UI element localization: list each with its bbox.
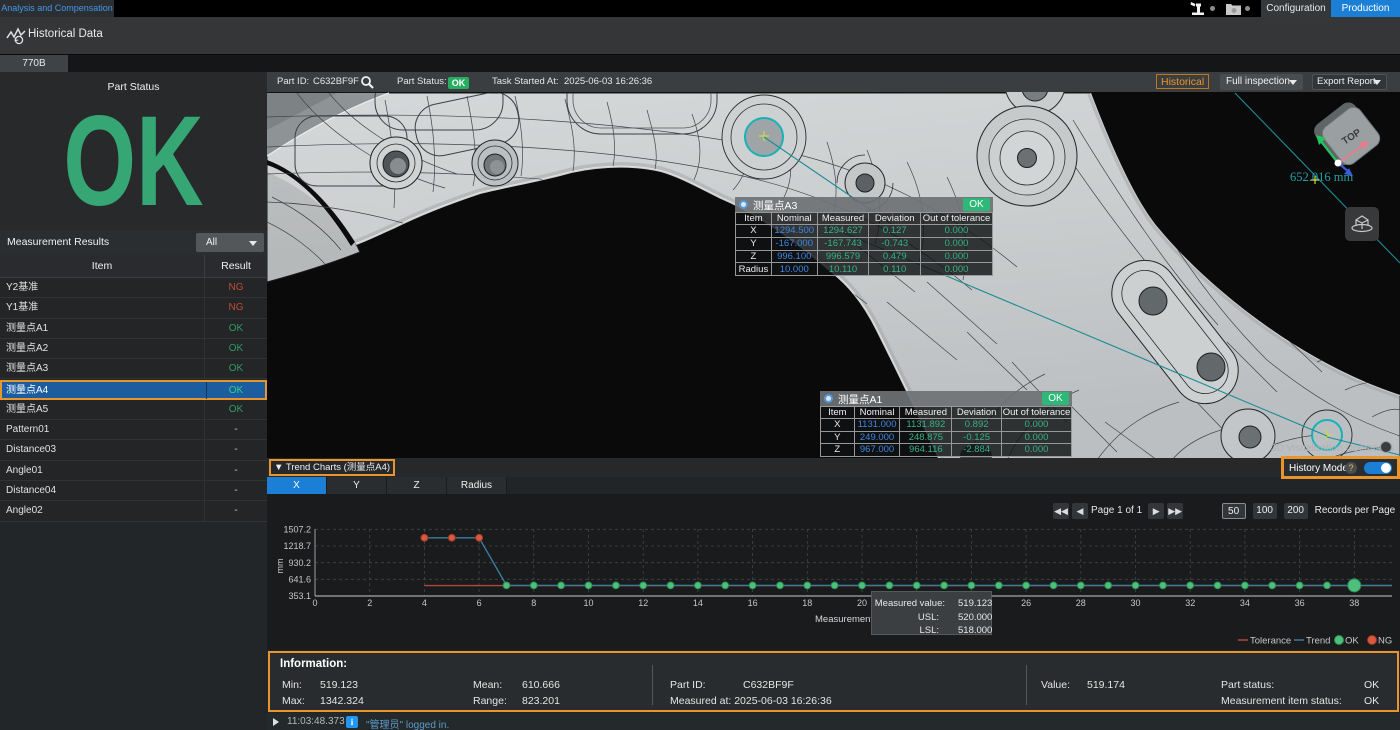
svg-text:mm: mm (275, 559, 285, 574)
svg-text:16: 16 (748, 598, 758, 608)
svg-text:Tolerance: Tolerance (1250, 636, 1291, 647)
svg-text:30: 30 (1130, 598, 1140, 608)
svg-text:0: 0 (312, 598, 317, 608)
svg-text:26: 26 (1021, 598, 1031, 608)
svg-text:8: 8 (531, 598, 536, 608)
svg-text:652.016 mm: 652.016 mm (1290, 170, 1353, 184)
svg-text:10: 10 (583, 598, 593, 608)
svg-text:NG: NG (1378, 636, 1392, 647)
svg-text:6: 6 (477, 598, 482, 608)
svg-text:353.1: 353.1 (288, 591, 311, 601)
svg-text:3D Visualization Operations: 3D Visualization Operations (1271, 443, 1394, 454)
svg-text:12: 12 (638, 598, 648, 608)
svg-text:Trend: Trend (1306, 636, 1330, 647)
svg-text:641.6: 641.6 (288, 575, 311, 585)
svg-text:34: 34 (1240, 598, 1250, 608)
svg-text:OK: OK (1345, 636, 1359, 647)
svg-text:930.2: 930.2 (288, 558, 311, 568)
svg-text:4: 4 (422, 598, 427, 608)
svg-text:28: 28 (1076, 598, 1086, 608)
svg-text:14: 14 (693, 598, 703, 608)
svg-text:1218.7: 1218.7 (283, 541, 311, 551)
svg-text:38: 38 (1349, 598, 1359, 608)
svg-text:2: 2 (367, 598, 372, 608)
svg-text:36: 36 (1295, 598, 1305, 608)
svg-text:18: 18 (802, 598, 812, 608)
svg-text:32: 32 (1185, 598, 1195, 608)
svg-text:1507.2: 1507.2 (283, 525, 311, 535)
